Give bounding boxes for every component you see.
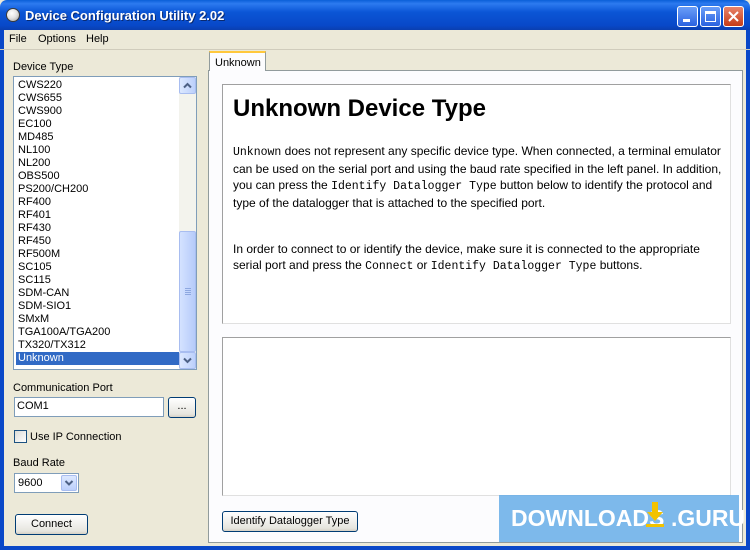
- paragraph-text: or: [413, 258, 431, 272]
- watermark: DOWNLOADS .GURU: [499, 495, 745, 542]
- comm-port-label: Communication Port: [13, 382, 113, 394]
- paragraph-text: buttons.: [596, 258, 643, 272]
- scroll-thumb[interactable]: [179, 231, 196, 352]
- inline-code: Unknown: [233, 146, 282, 159]
- list-item[interactable]: NL200: [16, 157, 181, 170]
- inline-code: Identify Datalogger Type: [331, 180, 497, 193]
- window-title: Device Configuration Utility 2.02: [25, 8, 225, 23]
- list-item[interactable]: RF500M: [16, 248, 181, 261]
- baud-rate-label: Baud Rate: [13, 457, 65, 469]
- menu-file[interactable]: File: [9, 33, 27, 45]
- list-item[interactable]: EC100: [16, 118, 181, 131]
- window-frame-bottom: [0, 546, 750, 550]
- menu-bar: File Options Help: [0, 30, 750, 50]
- watermark-text-right: .GURU: [671, 505, 746, 531]
- window-frame-left: [0, 30, 4, 550]
- use-ip-label: Use IP Connection: [30, 431, 122, 443]
- use-ip-checkbox[interactable]: [14, 430, 27, 443]
- maximize-button[interactable]: [700, 6, 721, 27]
- list-item[interactable]: OBS500: [16, 170, 181, 183]
- list-item[interactable]: SMxM: [16, 313, 181, 326]
- terminal-output-area[interactable]: [222, 337, 731, 496]
- list-item[interactable]: SDM-SIO1: [16, 300, 181, 313]
- comm-port-input[interactable]: COM1: [14, 397, 164, 417]
- baud-rate-dropdown-button[interactable]: [61, 475, 77, 491]
- connect-button[interactable]: Connect: [15, 514, 88, 535]
- list-item[interactable]: TGA100A/TGA200: [16, 326, 181, 339]
- minimize-icon: [683, 19, 690, 22]
- list-item[interactable]: Unknown: [16, 352, 181, 365]
- title-bar[interactable]: Device Configuration Utility 2.02: [0, 0, 750, 30]
- list-item[interactable]: RF430: [16, 222, 181, 235]
- baud-rate-select[interactable]: 9600: [14, 473, 79, 493]
- page-title: Unknown Device Type: [233, 95, 486, 122]
- scroll-up-button[interactable]: [179, 77, 196, 94]
- chevron-up-icon: [183, 82, 192, 89]
- download-arrow-icon: [646, 502, 664, 527]
- list-item[interactable]: SC115: [16, 274, 181, 287]
- inline-code: Connect: [365, 260, 414, 273]
- list-item[interactable]: NL100: [16, 144, 181, 157]
- list-item[interactable]: SC105: [16, 261, 181, 274]
- identify-datalogger-button[interactable]: Identify Datalogger Type: [222, 511, 358, 532]
- list-item[interactable]: PS200/CH200: [16, 183, 181, 196]
- list-item[interactable]: CWS655: [16, 92, 181, 105]
- close-button[interactable]: [723, 6, 744, 27]
- baud-rate-value: 9600: [18, 477, 43, 489]
- app-icon: [6, 8, 20, 22]
- scroll-down-button[interactable]: [179, 352, 196, 369]
- list-item[interactable]: RF401: [16, 209, 181, 222]
- watermark-text-left: DOWNLOADS: [511, 505, 665, 531]
- list-item[interactable]: SDM-CAN: [16, 287, 181, 300]
- description-paragraph-2: In order to connect to or identify the d…: [233, 241, 723, 275]
- list-item[interactable]: CWS900: [16, 105, 181, 118]
- maximize-icon: [705, 11, 716, 22]
- list-item[interactable]: RF400: [16, 196, 181, 209]
- chevron-down-icon: [183, 357, 192, 364]
- device-description-panel: Unknown Device Type Unknown does not rep…: [222, 84, 731, 324]
- menu-options[interactable]: Options: [38, 33, 76, 45]
- list-item[interactable]: TX320/TX312: [16, 339, 181, 352]
- tab-unknown[interactable]: Unknown: [209, 51, 266, 71]
- device-list-scrollbar[interactable]: [179, 77, 196, 369]
- description-paragraph-1: Unknown does not represent any specific …: [233, 143, 723, 211]
- minimize-button[interactable]: [677, 6, 698, 27]
- list-item[interactable]: CWS220: [16, 79, 181, 92]
- device-type-list[interactable]: CWS220 CWS655 CWS900 EC100 MD485 NL100 NL200 OB…: [13, 76, 197, 370]
- list-item[interactable]: MD485: [16, 131, 181, 144]
- menu-help[interactable]: Help: [86, 33, 109, 45]
- inline-code: Identify Datalogger Type: [430, 260, 597, 273]
- window-frame-right: [746, 30, 750, 550]
- close-icon: [728, 11, 739, 22]
- device-type-label: Device Type: [13, 61, 74, 73]
- browse-port-button[interactable]: ...: [168, 397, 196, 418]
- chevron-down-icon: [64, 480, 74, 486]
- list-item[interactable]: RF450: [16, 235, 181, 248]
